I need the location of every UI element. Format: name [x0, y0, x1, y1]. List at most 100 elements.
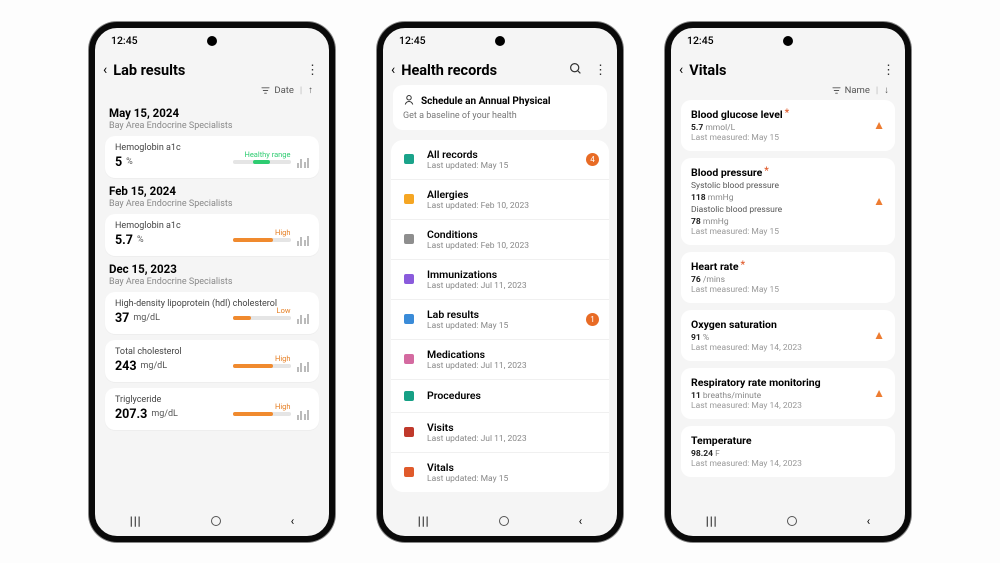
banner-subtitle: Get a baseline of your health [403, 111, 597, 121]
more-icon[interactable]: ⋮ [882, 63, 895, 78]
group-date: Feb 15, 2024 [109, 184, 315, 198]
camera-hole [495, 36, 505, 46]
back-icon[interactable]: ‹ [679, 62, 683, 78]
group-provider: Bay Area Endocrine Specialists [109, 121, 315, 131]
trend-icon [297, 409, 310, 420]
warning-icon: ▲ [873, 194, 885, 208]
home-icon[interactable] [499, 516, 509, 526]
category-row[interactable]: Procedures [391, 379, 609, 412]
vital-last-measured: Last measured: May 14, 2023 [691, 459, 885, 469]
vital-value-row: 76 /mins [691, 275, 885, 285]
vital-title: Temperature [691, 434, 885, 447]
back-nav-icon[interactable]: ‹ [291, 514, 295, 528]
category-subtitle: Last updated: Jul 11, 2023 [427, 361, 599, 371]
lab-result-card[interactable]: High-density lipoprotein (hdl) cholester… [105, 292, 319, 334]
category-title: Allergies [427, 188, 599, 201]
lab-result-card[interactable]: Hemoglobin a1c5%Healthy range [105, 136, 319, 178]
vital-card[interactable]: Respiratory rate monitoring11 breaths/mi… [681, 368, 895, 419]
metric-value: 243 [115, 359, 137, 374]
category-title: Medications [427, 348, 599, 361]
vital-subhead: Diastolic blood pressure [691, 205, 885, 215]
sort-control[interactable]: Name | ↓ [671, 85, 905, 100]
vital-last-measured: Last measured: May 14, 2023 [691, 401, 885, 411]
category-icon [401, 151, 417, 167]
status-badge: High [275, 228, 291, 237]
status-badge: High [275, 354, 291, 363]
vital-card[interactable]: Blood glucose level*5.7 mmol/LLast measu… [681, 100, 895, 151]
recents-icon[interactable]: ||| [706, 514, 718, 528]
trend-icon [297, 157, 310, 168]
category-row[interactable]: VisitsLast updated: Jul 11, 2023 [391, 412, 609, 452]
category-icon [401, 464, 417, 480]
category-icon [401, 311, 417, 327]
metric-value: 207.3 [115, 407, 147, 422]
metric-value: 5.7 [115, 233, 133, 248]
more-icon[interactable]: ⋮ [306, 63, 319, 78]
camera-hole [783, 36, 793, 46]
star-icon: * [785, 108, 790, 119]
category-icon [401, 351, 417, 367]
back-nav-icon[interactable]: ‹ [579, 514, 583, 528]
category-icon [401, 388, 417, 404]
group-provider: Bay Area Endocrine Specialists [109, 277, 315, 287]
vital-title: Blood pressure* [691, 166, 885, 179]
range-bar: Healthy range [233, 160, 291, 164]
category-row[interactable]: ImmunizationsLast updated: Jul 11, 2023 [391, 259, 609, 299]
sort-label: Name [845, 85, 870, 96]
category-row[interactable]: Lab resultsLast updated: May 151 [391, 299, 609, 339]
category-row[interactable]: AllergiesLast updated: Feb 10, 2023 [391, 179, 609, 219]
page-title: Vitals [689, 62, 870, 79]
category-subtitle: Last updated: May 15 [427, 161, 576, 171]
category-subtitle: Last updated: Jul 11, 2023 [427, 434, 599, 444]
system-nav: ||| ‹ [95, 510, 329, 532]
star-icon: * [764, 166, 769, 177]
annual-physical-banner[interactable]: Schedule an Annual Physical Get a baseli… [393, 85, 607, 130]
home-icon[interactable] [787, 516, 797, 526]
system-nav: ||| ‹ [383, 510, 617, 532]
home-icon[interactable] [211, 516, 221, 526]
sort-control[interactable]: Date | ↑ [95, 85, 329, 100]
warning-icon: ▲ [873, 386, 885, 400]
vital-value-row: 98.24 F [691, 449, 885, 459]
category-title: Visits [427, 421, 599, 434]
vital-title: Oxygen saturation [691, 318, 885, 331]
vital-card[interactable]: Heart rate*76 /minsLast measured: May 15 [681, 252, 895, 303]
range-bar: High [233, 364, 291, 368]
category-row[interactable]: ConditionsLast updated: Feb 10, 2023 [391, 219, 609, 259]
back-nav-icon[interactable]: ‹ [867, 514, 871, 528]
lab-result-card[interactable]: Total cholesterol243mg/dLHigh [105, 340, 319, 382]
trend-icon [297, 361, 310, 372]
filter-icon [832, 86, 841, 95]
lab-result-card[interactable]: Triglyceride207.3mg/dLHigh [105, 388, 319, 430]
category-subtitle: Last updated: Feb 10, 2023 [427, 201, 599, 211]
back-icon[interactable]: ‹ [391, 62, 395, 78]
camera-hole [207, 36, 217, 46]
system-nav: ||| ‹ [671, 510, 905, 532]
vital-card[interactable]: Blood pressure*Systolic blood pressure11… [681, 158, 895, 245]
metric-value: 5 [115, 155, 122, 170]
status-badge: Healthy range [244, 150, 290, 159]
lab-results-list[interactable]: May 15, 2024Bay Area Endocrine Specialis… [95, 100, 329, 518]
more-icon[interactable]: ⋮ [594, 63, 607, 78]
category-row[interactable]: VitalsLast updated: May 15 [391, 452, 609, 492]
category-subtitle: Last updated: May 15 [427, 474, 599, 484]
category-title: Immunizations [427, 268, 599, 281]
recents-icon[interactable]: ||| [130, 514, 142, 528]
app-header: ‹ Lab results ⋮ [95, 56, 329, 85]
search-icon[interactable] [569, 62, 582, 79]
vital-card[interactable]: Temperature 98.24 FLast measured: May 14,… [681, 426, 895, 477]
category-title: Vitals [427, 461, 599, 474]
trend-icon [297, 235, 310, 246]
metric-unit: mg/dL [151, 409, 178, 419]
category-row[interactable]: MedicationsLast updated: Jul 11, 2023 [391, 339, 609, 379]
category-row[interactable]: All recordsLast updated: May 154 [391, 140, 609, 179]
range-bar: Low [233, 316, 291, 320]
trend-icon [297, 313, 310, 324]
vital-last-measured: Last measured: May 14, 2023 [691, 343, 885, 353]
back-icon[interactable]: ‹ [103, 62, 107, 78]
lab-result-card[interactable]: Hemoglobin a1c5.7%High [105, 214, 319, 256]
vital-card[interactable]: Oxygen saturation91 %Last measured: May … [681, 310, 895, 361]
recents-icon[interactable]: ||| [418, 514, 430, 528]
vitals-list[interactable]: Blood glucose level*5.7 mmol/LLast measu… [671, 100, 905, 518]
records-category-list: All recordsLast updated: May 154Allergie… [391, 140, 609, 492]
